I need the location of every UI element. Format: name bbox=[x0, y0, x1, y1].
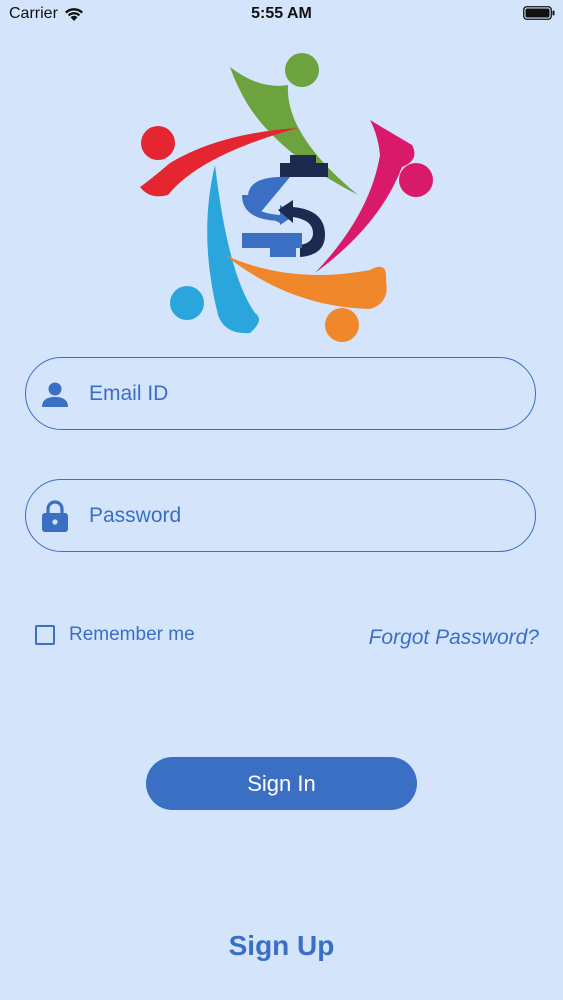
remember-me-checkbox[interactable] bbox=[35, 625, 55, 645]
email-field[interactable] bbox=[25, 357, 536, 430]
logo-exchange-symbol bbox=[242, 155, 328, 257]
password-field[interactable] bbox=[25, 479, 536, 552]
sign-up-link[interactable]: Sign Up bbox=[0, 930, 563, 962]
battery-icon bbox=[523, 6, 555, 20]
remember-me-toggle[interactable]: Remember me bbox=[35, 624, 195, 646]
person-icon bbox=[40, 379, 70, 409]
email-input[interactable] bbox=[87, 380, 511, 407]
forgot-password-link[interactable]: Forgot Password? bbox=[369, 626, 539, 650]
logo-figure-magenta bbox=[315, 120, 433, 273]
remember-me-label: Remember me bbox=[69, 624, 195, 645]
sign-in-button[interactable]: Sign In bbox=[146, 757, 417, 810]
lock-icon bbox=[40, 499, 70, 532]
app-logo bbox=[140, 53, 433, 342]
status-time: 5:55 AM bbox=[251, 5, 312, 22]
password-input[interactable] bbox=[87, 502, 511, 529]
status-bar: Carrier 5:55 AM bbox=[0, 0, 563, 30]
logo-figure-blue bbox=[170, 165, 259, 334]
